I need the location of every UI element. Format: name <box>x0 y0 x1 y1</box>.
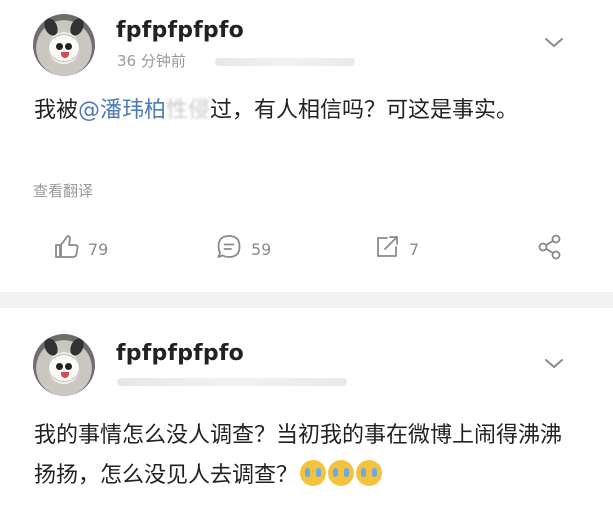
repost-icon <box>373 233 401 265</box>
action-bar: 79 59 7 <box>0 229 613 269</box>
crying-face-emoji <box>356 460 383 486</box>
share-button[interactable] <box>536 233 564 265</box>
post-content: 我的事情怎么没人调查？当初我的事在微博上闹得沸沸扬扬，怎么没见人去调查？ <box>34 416 579 496</box>
translate-link[interactable]: 查看翻译 <box>33 180 93 201</box>
avatar[interactable] <box>33 334 95 396</box>
username[interactable]: fpfpfpfpfo <box>116 18 244 43</box>
post-time: 36 分钟前 <box>117 52 186 70</box>
content-text: 过，有人相信吗？可这是事实。 <box>210 98 519 123</box>
crying-face-emoji <box>300 460 327 486</box>
weibo-post: fpfpfpfpfo 36 分钟前 我被@潘玮柏性侵过，有人相信吗？可这是事实。… <box>0 0 613 292</box>
crying-face-emoji <box>328 460 355 486</box>
post-content: 我被@潘玮柏性侵过，有人相信吗？可这是事实。 <box>34 91 579 131</box>
like-count: 79 <box>88 239 109 259</box>
blurred-text: 性侵 <box>166 98 211 123</box>
chevron-down-icon[interactable] <box>543 352 565 374</box>
repost-count: 7 <box>409 239 420 259</box>
chevron-down-icon[interactable] <box>543 31 565 53</box>
content-text: 我被 <box>34 98 79 123</box>
username[interactable]: fpfpfpfpfo <box>116 341 244 366</box>
post-divider <box>0 292 613 308</box>
comment-icon <box>215 233 243 265</box>
share-icon <box>536 233 564 265</box>
like-button[interactable]: 79 <box>52 233 108 265</box>
avatar[interactable] <box>33 14 95 76</box>
blurred-time <box>117 378 347 386</box>
thumbs-up-icon <box>52 233 80 265</box>
weibo-post: fpfpfpfpfo 我的事情怎么没人调查？当初我的事在微博上闹得沸沸扬扬，怎么… <box>0 308 613 509</box>
comment-button[interactable]: 59 <box>215 233 271 265</box>
comment-count: 59 <box>251 239 272 259</box>
blurred-source <box>215 58 355 66</box>
repost-button[interactable]: 7 <box>373 233 419 265</box>
user-mention[interactable]: @潘玮柏 <box>78 98 166 123</box>
content-text: 我的事情怎么没人调查？当初我的事在微博上闹得沸沸扬扬，怎么没见人去调查？ <box>34 423 563 488</box>
